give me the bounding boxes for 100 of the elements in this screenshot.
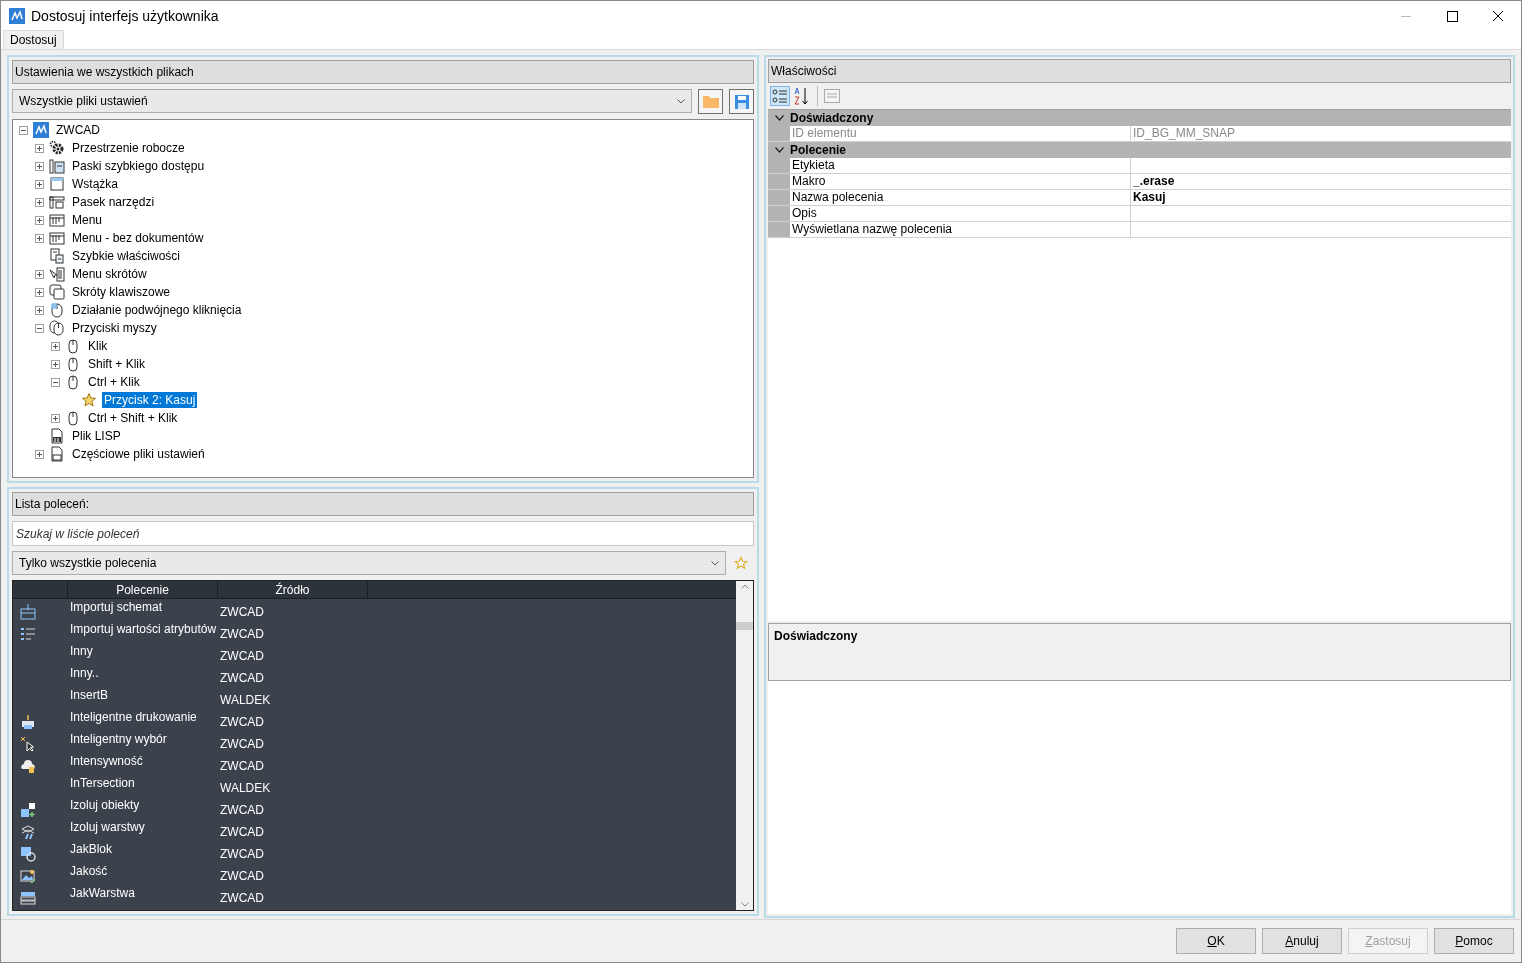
table-cell-text: WALDEK [219, 692, 272, 709]
tree-item[interactable]: Plik LISP [70, 428, 123, 444]
table-cell-text: Inny.. [69, 665, 100, 682]
scrollbar[interactable] [736, 581, 753, 910]
settings-file-dropdown[interactable]: Wszystkie pliki ustawień [12, 89, 692, 113]
categorized-view-icon[interactable] [770, 86, 790, 106]
scrollbar-thumb[interactable] [736, 621, 753, 630]
tree-item[interactable]: Ctrl + Shift + Klik [86, 410, 180, 426]
search-field[interactable]: Szukaj w liście poleceń [12, 521, 754, 546]
panel-header: Lista poleceń: [12, 492, 754, 516]
tree-item[interactable]: Działanie podwójnego kliknięcia [70, 302, 244, 318]
tree-item[interactable]: Shift + Klik [86, 356, 148, 372]
tree-item[interactable]: Szybkie właściwości [70, 248, 183, 264]
dialog-button[interactable]: Pomoc [1434, 928, 1514, 954]
table-cell-text: ZWCAD [219, 670, 265, 687]
expand-icon[interactable] [35, 197, 44, 207]
filter-dropdown[interactable]: Tylko wszystkie polecenia [12, 551, 726, 575]
column-header[interactable]: Polecenie [68, 581, 218, 598]
expand-icon[interactable] [35, 179, 44, 189]
expand-icon[interactable] [35, 269, 44, 279]
menu-icon [49, 212, 65, 228]
app-logo-icon [33, 122, 49, 138]
property-label: Makro [790, 174, 1131, 189]
property-value[interactable]: Kasuj [1131, 190, 1166, 205]
tree-item[interactable]: Pasek narzędzi [70, 194, 157, 210]
tree-item[interactable]: Ctrl + Klik [86, 374, 142, 390]
panel-header: Właściwości [768, 59, 1511, 83]
menu-icon [49, 230, 65, 246]
table-cell-text: InTersection [69, 775, 136, 792]
column-header[interactable]: Źródło [218, 581, 368, 598]
property-label: Opis [790, 206, 1131, 221]
open-folder-button[interactable] [698, 89, 723, 114]
import-icon [20, 604, 36, 620]
table-cell-text: Intensywność [69, 753, 144, 770]
dialog-button[interactable]: OK [1176, 928, 1256, 954]
dialog-button[interactable]: Anuluj [1262, 928, 1342, 954]
tree-item[interactable]: Przycisk 2: Kasuj [102, 392, 198, 408]
tree-item[interactable]: Częściowe pliki ustawień [70, 446, 207, 462]
collapse-icon[interactable] [35, 323, 44, 333]
tree-item[interactable]: ZWCAD [54, 122, 102, 138]
tree-item[interactable]: Menu skrótów [70, 266, 149, 282]
property-label: Etykieta [790, 158, 1131, 173]
image-icon [20, 868, 36, 884]
expand-icon[interactable] [35, 233, 44, 243]
expand-icon[interactable] [35, 305, 44, 315]
scroll-up-icon[interactable] [740, 584, 749, 589]
table-cell-text: ZWCAD [219, 736, 265, 753]
save-icon [734, 94, 749, 109]
expand-icon[interactable] [51, 413, 60, 423]
table-cell-text: ZWCAD [219, 890, 265, 907]
category-header[interactable]: Doświadczony [790, 109, 874, 127]
expand-icon[interactable] [35, 287, 44, 297]
scroll-down-icon[interactable] [740, 902, 749, 907]
tree-item[interactable]: Skróty klawiszowe [70, 284, 173, 300]
property-label: Nazwa polecenia [790, 190, 1131, 205]
collapse-icon[interactable] [774, 147, 784, 153]
collapse-icon[interactable] [774, 115, 784, 121]
expand-icon[interactable] [35, 449, 44, 459]
category-header[interactable]: Polecenie [790, 141, 847, 159]
expand-icon[interactable] [51, 341, 60, 351]
sort-alphabetical-icon[interactable] [793, 86, 811, 106]
tree-item[interactable]: Klik [86, 338, 110, 354]
property-value[interactable]: _.erase [1131, 174, 1175, 189]
tree-item[interactable]: Wstążka [70, 176, 120, 192]
toolbar-icon [49, 194, 65, 210]
table-cell-text: WALDEK [219, 780, 272, 797]
collapse-icon[interactable] [51, 377, 60, 387]
table-cell-text: ZWCAD [219, 846, 265, 863]
table-cell-text: ZWCAD [219, 824, 265, 841]
table-cell-text: Izoluj warstwy [69, 819, 146, 836]
table-cell-text: ZWCAD [219, 802, 265, 819]
tab[interactable]: Dostosuj [3, 30, 64, 49]
cursor-icon [20, 736, 36, 752]
table-cell-text: Izoluj obiekty [69, 797, 141, 814]
tree-item[interactable]: Przestrzenie robocze [70, 140, 187, 156]
star-icon[interactable] [734, 556, 748, 570]
property-value[interactable]: ID_BG_MM_SNAP [1131, 126, 1236, 141]
collapse-icon[interactable] [19, 125, 28, 135]
save-button[interactable] [729, 89, 754, 114]
printer-icon [20, 714, 36, 730]
description-title: Doświadczony [774, 629, 858, 643]
star-icon [81, 392, 97, 408]
keyboard-key-icon [49, 284, 65, 300]
expand-icon[interactable] [51, 359, 60, 369]
gear-icon [49, 140, 65, 156]
expand-icon[interactable] [35, 161, 44, 171]
tree-item[interactable]: Paski szybkiego dostępu [70, 158, 207, 174]
expand-icon[interactable] [35, 215, 44, 225]
row-gutter [768, 206, 790, 221]
toolbar-icon [49, 158, 65, 174]
row-gutter [768, 174, 790, 189]
tree-item[interactable]: Menu - bez dokumentów [70, 230, 206, 246]
table-cell-text: Inteligentny wybór [69, 731, 168, 748]
expand-icon[interactable] [35, 143, 44, 153]
table-cell-text: InsertB [69, 687, 109, 704]
table-cell-text: JakWarstwa [69, 885, 136, 902]
table-cell-text: JakBlok [69, 841, 114, 858]
tree-item[interactable]: Menu [70, 212, 105, 228]
tree-item[interactable]: Przyciski myszy [70, 320, 159, 336]
property-label: ID elementu [790, 126, 1131, 141]
